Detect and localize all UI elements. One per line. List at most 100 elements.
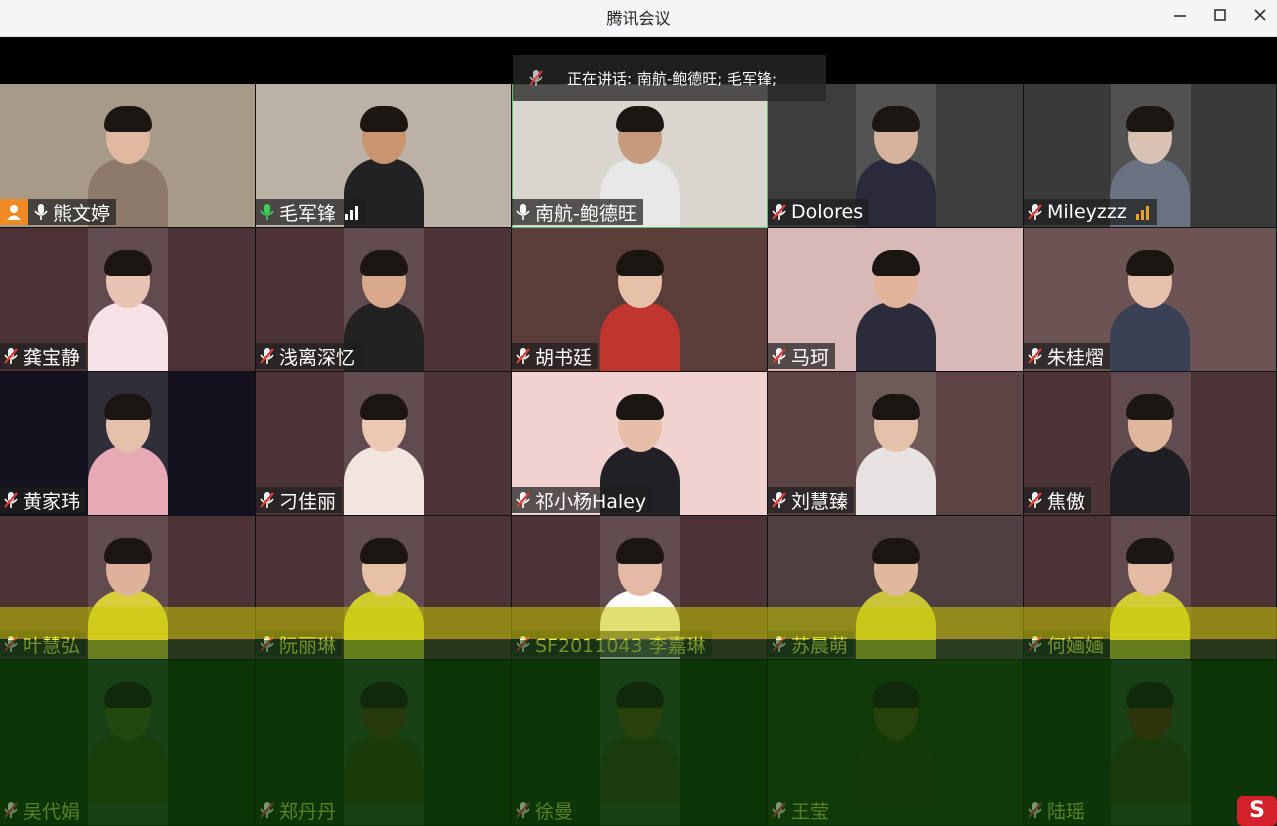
participant-body <box>1110 302 1190 371</box>
participant-name: 龚宝静 <box>23 346 81 369</box>
participant-name-label: 黄家玮 <box>0 487 87 513</box>
mic-muted-icon <box>516 348 530 364</box>
participant-body <box>87 302 168 371</box>
participant-hair <box>1126 538 1174 564</box>
participant-name-label: 祁小杨Haley <box>512 487 653 513</box>
participant-avatar <box>599 250 680 371</box>
participant-hair <box>615 538 664 564</box>
participant-name: 马珂 <box>791 346 830 369</box>
participant-hair <box>359 106 408 132</box>
participant-name: 黄家玮 <box>23 490 81 513</box>
sogou-ime-icon[interactable]: S <box>1237 796 1277 826</box>
participant-hair <box>1126 106 1174 132</box>
participant-name-label: 朱桂熠 <box>1024 343 1111 369</box>
participant-tile[interactable]: 马珂 <box>768 228 1024 372</box>
mic-muted-icon <box>1028 348 1042 364</box>
speaking-text: 正在讲话: 南航-鲍德旺; 毛军锋; <box>567 69 778 88</box>
participant-tile[interactable]: 朱桂熠 <box>1024 228 1277 372</box>
participant-name: 胡书廷 <box>535 346 593 369</box>
participant-tile[interactable]: 浅离深忆 <box>256 228 512 372</box>
participant-tile[interactable]: 熊文婷 <box>0 84 256 228</box>
participant-body <box>87 446 168 515</box>
participant-avatar <box>855 394 936 515</box>
participant-name: 刘慧臻 <box>791 490 849 513</box>
window-title: 腾讯会议 <box>606 9 671 28</box>
participant-name-label: 浅离深忆 <box>256 343 362 369</box>
minimize-icon[interactable] <box>1167 6 1193 30</box>
participant-tile[interactable]: 刘慧臻 <box>768 372 1024 516</box>
participant-avatar <box>1110 250 1190 371</box>
participant-name: Mileyzzz <box>1047 201 1127 223</box>
microphone-icon <box>260 204 274 220</box>
speaking-banner: 正在讲话: 南航-鲍德旺; 毛军锋; <box>513 55 826 101</box>
participant-tile[interactable]: 刁佳丽 <box>256 372 512 516</box>
participant-hair <box>359 538 408 564</box>
participant-name: 朱桂熠 <box>1047 346 1105 369</box>
participant-tile[interactable]: 龚宝静 <box>0 228 256 372</box>
microphone-icon <box>516 204 530 220</box>
participant-body <box>855 446 936 515</box>
mic-muted-icon <box>516 492 530 508</box>
participant-name: 刁佳丽 <box>279 490 337 513</box>
participant-hair <box>615 250 664 276</box>
participant-avatar <box>343 394 424 515</box>
participant-hair <box>103 394 152 420</box>
mic-muted-icon <box>4 348 18 364</box>
participant-name-label: Dolores <box>768 199 870 225</box>
participant-body <box>599 302 680 371</box>
participant-body <box>343 446 424 515</box>
participant-body <box>1110 446 1190 515</box>
render-glitch-band <box>0 607 1277 639</box>
video-grid: 熊文婷 毛军锋 南航-鲍德旺 Dolores Mileyzzz 龚宝静 浅离深忆 胡书廷 马珂 朱… <box>0 84 1277 826</box>
participant-hair <box>871 538 920 564</box>
participant-avatar <box>87 250 168 371</box>
participant-tile[interactable]: 毛军锋 <box>256 84 512 228</box>
mic-muted-icon <box>772 204 786 220</box>
participant-hair <box>615 394 664 420</box>
participant-avatar <box>87 394 168 515</box>
participant-tile[interactable]: 胡书廷 <box>512 228 768 372</box>
participant-hair <box>103 106 152 132</box>
participant-name-label: 胡书廷 <box>512 343 599 369</box>
participant-hair <box>103 538 152 564</box>
mic-muted-icon <box>772 348 786 364</box>
mic-muted-icon <box>772 492 786 508</box>
participant-name: 毛军锋 <box>279 202 337 225</box>
participant-name: 祁小杨Haley <box>535 490 647 513</box>
participant-hair <box>359 394 408 420</box>
maximize-icon[interactable] <box>1207 6 1233 30</box>
participant-hair <box>871 250 920 276</box>
mic-muted-icon <box>1028 204 1042 220</box>
participant-tile[interactable]: 黄家玮 <box>0 372 256 516</box>
participant-tile[interactable]: 祁小杨Haley <box>512 372 768 516</box>
participant-name: 南航-鲍德旺 <box>535 202 637 225</box>
participant-hair <box>871 394 920 420</box>
host-user-icon <box>0 199 28 225</box>
participant-avatar <box>1110 394 1190 515</box>
participant-hair <box>359 250 408 276</box>
participant-hair <box>615 106 664 132</box>
participant-name-label: 熊文婷 <box>0 199 117 225</box>
participant-name: 焦傲 <box>1047 490 1086 513</box>
participant-name-label: 刘慧臻 <box>768 487 855 513</box>
participant-hair <box>871 106 920 132</box>
participant-tile[interactable]: 南航-鲍德旺 <box>512 84 768 228</box>
participant-name-label: 刁佳丽 <box>256 487 343 513</box>
window-titlebar: 腾讯会议 <box>0 0 1277 37</box>
participant-hair <box>1126 250 1174 276</box>
participant-name-label: 焦傲 <box>1024 487 1092 513</box>
mic-muted-icon <box>1028 492 1042 508</box>
participant-avatar <box>855 250 936 371</box>
participant-tile[interactable]: Dolores <box>768 84 1024 228</box>
participant-tile[interactable]: 焦傲 <box>1024 372 1277 516</box>
participant-name-label: 毛军锋 <box>256 199 367 225</box>
mic-muted-icon <box>260 348 274 364</box>
participant-tile[interactable]: Mileyzzz <box>1024 84 1277 228</box>
participant-name-label: 龚宝静 <box>0 343 87 369</box>
microphone-icon <box>34 204 48 220</box>
render-glitch-wash <box>0 640 1277 826</box>
participant-name-label: Mileyzzz <box>1024 199 1157 225</box>
participant-name: 浅离深忆 <box>279 346 356 369</box>
mic-muted-icon <box>529 70 543 86</box>
close-icon[interactable] <box>1247 6 1273 30</box>
